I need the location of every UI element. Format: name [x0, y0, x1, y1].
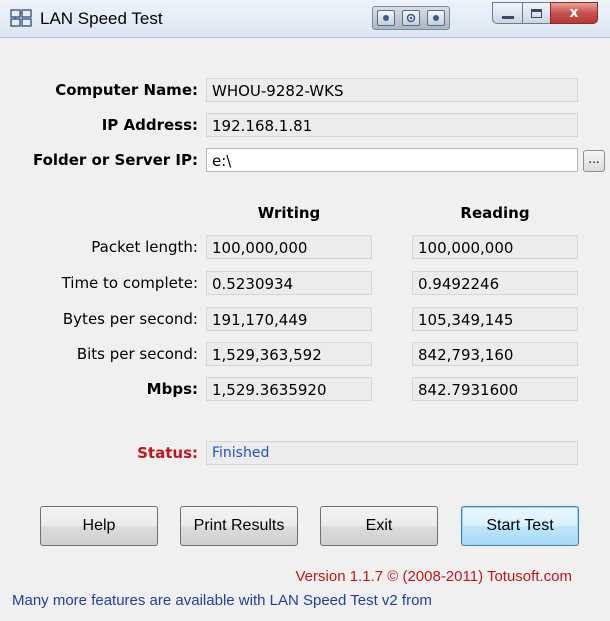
title-bar[interactable]: LAN Speed Test x — [0, 0, 610, 38]
mbps-writing: 1,529.3635920 — [206, 377, 372, 401]
minimize-button[interactable] — [492, 2, 522, 24]
ip-address-field: 192.168.1.81 — [206, 113, 578, 137]
version-text[interactable]: Version 1.1.7 © (2008-2011) Totusoft.com — [0, 568, 610, 585]
computer-name-field: WHOU-9282-WKS — [206, 78, 578, 102]
mbps-label: Mbps: — [146, 380, 198, 398]
more-features-text[interactable]: Many more features are available with LA… — [12, 592, 432, 609]
lan-speed-test-window: LAN Speed Test x Computer Name: WHOU-928… — [0, 0, 610, 621]
time-to-complete-writing: 0.5230934 — [206, 271, 372, 295]
packet-length-reading: 100,000,000 — [412, 235, 578, 259]
window-controls: x — [492, 2, 598, 24]
folder-label: Folder or Server IP: — [32, 151, 198, 169]
window-title: LAN Speed Test — [40, 9, 163, 28]
bytes-per-second-reading: 105,349,145 — [412, 307, 578, 331]
packet-length-writing: 100,000,000 — [206, 235, 372, 259]
folder-input[interactable]: e:\ — [206, 148, 578, 172]
time-to-complete-label: Time to complete: — [61, 274, 198, 292]
bytes-per-second-label: Bytes per second: — [62, 310, 198, 328]
app-icon — [10, 9, 32, 27]
exit-button[interactable]: Exit — [320, 506, 438, 546]
tool-right-icon[interactable] — [427, 10, 446, 26]
status-value: Finished — [206, 441, 578, 465]
close-icon: x — [569, 5, 579, 21]
writing-header: Writing — [257, 204, 321, 222]
bits-per-second-label: Bits per second: — [76, 345, 198, 363]
close-button[interactable]: x — [550, 2, 598, 24]
settings-icon[interactable] — [401, 10, 420, 26]
bits-per-second-writing: 1,529,363,592 — [206, 342, 372, 366]
minimize-icon — [501, 15, 514, 19]
maximize-icon — [531, 8, 542, 18]
start-test-button[interactable]: Start Test — [461, 506, 579, 546]
status-label: Status: — [137, 444, 198, 462]
tool-left-icon[interactable] — [376, 10, 395, 26]
ip-address-label: IP Address: — [101, 116, 198, 134]
bits-per-second-reading: 842,793,160 — [412, 342, 578, 366]
mbps-reading: 842.7931600 — [412, 377, 578, 401]
computer-name-label: Computer Name: — [55, 81, 198, 99]
packet-length-label: Packet length: — [91, 238, 198, 256]
titlebar-tools — [372, 6, 450, 30]
reading-header: Reading — [460, 204, 530, 222]
bytes-per-second-writing: 191,170,449 — [206, 307, 372, 331]
time-to-complete-reading: 0.9492246 — [412, 271, 578, 295]
maximize-button[interactable] — [522, 2, 550, 24]
browse-button[interactable]: ... — [583, 150, 605, 172]
help-button[interactable]: Help — [40, 506, 158, 546]
print-results-button[interactable]: Print Results — [180, 506, 298, 546]
